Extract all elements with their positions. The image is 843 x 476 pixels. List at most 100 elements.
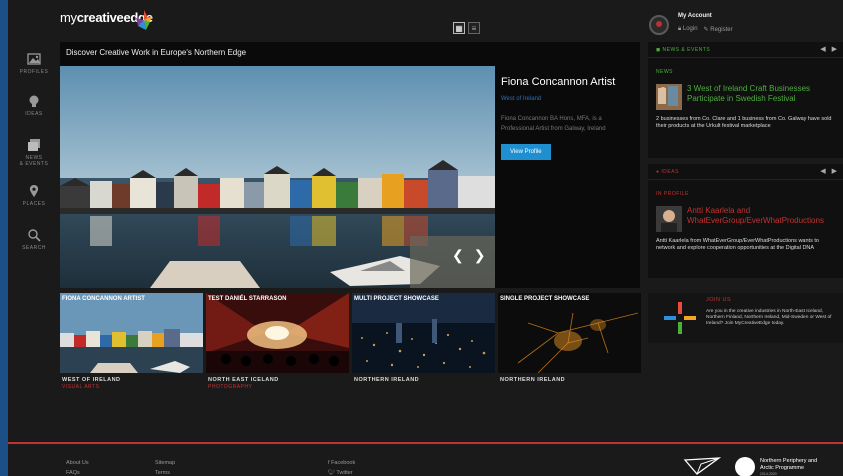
news-section-label: NEWS [656,69,673,75]
tile-fiona-concannon[interactable]: FIONA CONCANNON ARTIST WEST OF IRELAND V… [60,293,203,390]
news-icon [28,139,40,151]
image-icon [27,53,41,65]
tile-title: SINGLE PROJECT SHOWCASE [500,296,590,302]
sidebar-item-search[interactable]: SEARCH [8,228,60,251]
sidebar-label-search: SEARCH [22,245,46,251]
news-header-text: NEWS & EVENTS [662,47,711,53]
sitemap-link[interactable]: Sitemap [155,458,175,468]
showcase-tiles: FIONA CONCANNON ARTIST WEST OF IRELAND V… [60,293,641,390]
tile-title: MULTI PROJECT SHOWCASE [354,296,439,302]
join-us-promo[interactable]: JOIN US Are you in the creative industri… [648,293,843,343]
tile-daniel-starrason[interactable]: TEST DANIÉL STARRASON NORTH EAST ICELAND… [206,293,349,390]
featured-carousel: Discover Creative Work in Europe's North… [60,42,640,288]
tile-image [498,293,641,373]
grid-view-button[interactable]: ▦ [453,22,465,34]
footer-col-1: About Us FAQs [66,458,89,476]
footer: About Us FAQs Sitemap Terms f Facebook 🐦… [8,442,843,476]
ideas-headline[interactable]: Antti Kaarlela and WhatEverGroup/EverWha… [687,206,837,226]
news-headline[interactable]: 3 West of Ireland Craft Businesses Parti… [687,84,837,104]
logo-text-light: my [60,10,77,25]
footer-col-3: f Facebook 🐦︎ Twitter [328,458,355,476]
panel-next-icon[interactable]: ▶ [832,167,837,175]
tile-title: FIONA CONCANNON ARTIST [62,296,145,302]
npa-text-block: Northern Periphery and Arctic Programme … [760,458,817,476]
news-summary: 2 businesses from Co. Clare and 1 busine… [656,116,832,129]
tile-location: NORTH EAST ICELAND [208,377,279,383]
ideas-section-label: IN PROFILE [656,191,689,197]
npa-line-1: Northern Periphery and [760,458,818,464]
news-header-label: ◼ NEWS & EVENTS [656,47,710,53]
sidebar-item-places[interactable]: PLACES [8,184,60,207]
tile-category: PHOTOGRAPHY [208,384,253,390]
news-thumbnail[interactable] [656,84,682,110]
sidebar-item-profiles[interactable]: PROFILES [8,52,60,75]
carousel-next-icon[interactable]: ❯ [474,247,486,264]
npa-logo[interactable]: Northern Periphery and Arctic Programme … [735,457,817,476]
footer-col-2: Sitemap Terms [155,458,175,476]
map-pin-icon [29,185,39,197]
app-window: mycreativeedge ▦ ≡ My Account 🔒︎ Login ✎… [8,0,843,476]
register-link[interactable]: ✎ Register [704,26,733,33]
news-events-panel: ◼ NEWS & EVENTS ◀ ▶ NEWS 3 West of Irelan… [648,42,843,158]
faqs-link[interactable]: FAQs [66,468,89,476]
tile-location: NORTHERN IRELAND [354,377,420,383]
panel-header: ● IDEAS ◀ ▶ [648,164,843,180]
ideas-header-text: IDEAS [661,169,679,175]
list-icon: ≡ [471,23,477,33]
sidebar-label-ideas: IDEAS [25,111,43,117]
twitter-link[interactable]: 🐦︎ Twitter [328,468,355,476]
join-text: Are you in the creative industries in No… [706,309,832,326]
featured-region[interactable]: West of Ireland [501,96,636,102]
tile-image [60,293,203,373]
twitter-label: Twitter [336,470,353,476]
tile-single-project[interactable]: SINGLE PROJECT SHOWCASE NORTHERN IRELAND [498,293,641,389]
tile-multi-project[interactable]: MULTI PROJECT SHOWCASE NORTHERN IRELAND [352,293,495,389]
ideas-thumbnail[interactable] [656,206,682,232]
panel-arrows: ◀ ▶ [820,167,837,175]
login-link[interactable]: 🔒︎ Login [678,26,698,33]
sidebar-item-ideas[interactable]: IDEAS [8,94,60,117]
panel-prev-icon[interactable]: ◀ [820,45,825,53]
account-links: 🔒︎ Login ✎ Register [678,26,733,33]
tile-location: NORTHERN IRELAND [500,377,566,383]
view-profile-button[interactable]: View Profile [501,144,551,160]
terms-link[interactable]: Terms [155,468,175,476]
featured-description: Fiona Concannon BA Hons, MFA, is a Profe… [501,116,606,132]
carousel-prev-icon[interactable]: ❮ [452,247,464,264]
panel-next-icon[interactable]: ▶ [832,45,837,53]
npa-years: 2014-2020 [760,472,777,476]
featured-artwork-image[interactable] [60,66,495,288]
account-title: My Account [678,13,712,19]
carousel-nav: ❮ ❯ [452,247,485,264]
ideas-header-label: ● IDEAS [656,169,679,175]
join-title: JOIN US [706,297,732,303]
tile-image [352,293,495,373]
panel-prev-icon[interactable]: ◀ [820,167,825,175]
sidebar: PROFILES IDEAS NEWS & EVENTS PLACES SEAR… [8,42,60,442]
facebook-link[interactable]: f Facebook [328,458,355,468]
npa-logo-icon [735,457,755,476]
register-label: Register [710,27,733,33]
sidebar-label-profiles: PROFILES [19,69,49,75]
list-view-button[interactable]: ≡ [468,22,480,34]
sidebar-label-events: & EVENTS [19,161,49,167]
about-link[interactable]: About Us [66,458,89,468]
avatar[interactable] [649,15,669,35]
facebook-label: Facebook [331,460,356,466]
ideas-summary: Antti Kaarlela from WhatEverGroup/EverWh… [656,238,819,251]
lightbulb-icon [29,95,39,107]
featured-title[interactable]: Fiona Concannon Artist [501,76,636,88]
grid-icon: ▦ [455,23,463,33]
featured-info: Fiona Concannon Artist West of Ireland F… [501,76,636,160]
sidebar-label-places: PLACES [22,201,46,207]
panel-header: ◼ NEWS & EVENTS ◀ ▶ [648,42,843,58]
sidebar-item-news[interactable]: NEWS & EVENTS [8,138,60,167]
search-icon [28,229,41,242]
page-title: Discover Creative Work in Europe's North… [66,48,247,57]
logo-mark-icon [136,10,152,30]
ideas-panel: ● IDEAS ◀ ▶ IN PROFILE Antti Kaarlela and… [648,164,843,278]
login-label: Login [682,26,698,32]
tile-title: TEST DANIÉL STARRASON [208,296,287,302]
tile-category: VISUAL ARTS [62,384,100,390]
join-logo-icon [664,302,696,334]
